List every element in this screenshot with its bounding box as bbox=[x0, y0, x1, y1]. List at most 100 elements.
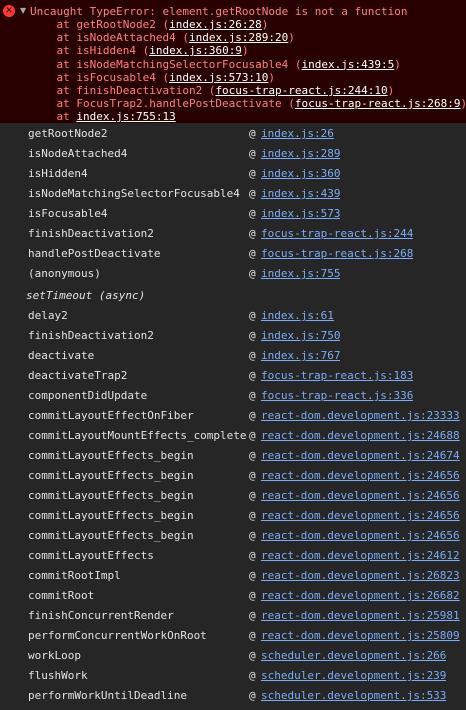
frame-function-name: deactivate bbox=[28, 349, 95, 362]
stack-frame-row: deactivate @ index.js:767 bbox=[0, 346, 466, 366]
frame-source-link[interactable]: react-dom.development.js:26682 bbox=[261, 586, 460, 606]
frame-source-link[interactable]: react-dom.development.js:25809 bbox=[261, 626, 460, 646]
frame-function-name: commitLayoutEffectOnFiber bbox=[28, 409, 194, 422]
trace-function: at isFocusable4 ( bbox=[30, 70, 170, 84]
frame-source-link[interactable]: index.js:439 bbox=[261, 184, 340, 204]
trace-function: at isNodeAttached4 ( bbox=[30, 31, 189, 45]
frame-function-name: finishDeactivation2 bbox=[28, 329, 154, 342]
frame-function-name: workLoop bbox=[28, 649, 81, 662]
frame-source-link[interactable]: index.js:767 bbox=[261, 346, 340, 366]
stack-frame-row: commitLayoutEffects_begin @ react-dom.deve… bbox=[0, 486, 466, 506]
frame-source-link[interactable]: react-dom.development.js:24656 bbox=[261, 466, 460, 486]
trace-location-link[interactable]: focus-trap-react.js:268:9 bbox=[295, 97, 461, 110]
error-trace-line: at isNodeMatchingSelectorFocusable4 (ind… bbox=[30, 58, 400, 71]
frame-function-name: commitRoot bbox=[28, 589, 95, 602]
stack-frame-row: commitLayoutEffects_begin @ react-dom.deve… bbox=[0, 506, 466, 526]
stack-frame-row: flushWork @ scheduler.development.js:239 bbox=[0, 666, 466, 686]
trace-location-link[interactable]: focus-trap-react.js:244:10 bbox=[215, 84, 387, 97]
frame-function-name: commitLayoutEffects_begin bbox=[28, 469, 194, 482]
frame-source-link[interactable]: focus-trap-react.js:336 bbox=[261, 386, 413, 406]
frame-source-link[interactable]: index.js:750 bbox=[261, 326, 340, 346]
frame-function-name: isHidden4 bbox=[28, 167, 88, 180]
frame-source-link[interactable]: index.js:360 bbox=[261, 164, 340, 184]
error-title: Uncaught TypeError: element.getRootNode … bbox=[30, 5, 408, 18]
frame-source-link[interactable]: focus-trap-react.js:183 bbox=[261, 366, 413, 386]
trace-location-link[interactable]: index.js:439:5 bbox=[302, 58, 395, 71]
stack-frame-row: performWorkUntilDeadline @ scheduler.devel… bbox=[0, 686, 466, 706]
frame-source-link[interactable]: react-dom.development.js:25981 bbox=[261, 606, 460, 626]
frame-source-link[interactable]: react-dom.development.js:23333 bbox=[261, 406, 460, 426]
stack-frame-row: commitLayoutMountEffects_complete @ react-… bbox=[0, 426, 466, 446]
error-circle-icon: ✕ bbox=[3, 5, 15, 17]
frame-function-name: isNodeMatchingSelectorFocusable4 bbox=[28, 187, 240, 200]
stack-frame-row: componentDidUpdate @ focus-trap-react.js:3… bbox=[0, 386, 466, 406]
frame-source-link[interactable]: index.js:26 bbox=[261, 124, 334, 144]
frame-at-symbol: @ bbox=[249, 329, 256, 342]
stack-frame-row: isFocusable4 @ index.js:573 bbox=[0, 204, 466, 224]
frame-source-link[interactable]: react-dom.development.js:24612 bbox=[261, 546, 460, 566]
frame-function-name: performWorkUntilDeadline bbox=[28, 689, 187, 702]
frame-source-link[interactable]: scheduler.development.js:239 bbox=[261, 666, 446, 686]
error-trace-line: at isNodeAttached4 (index.js:289:20) bbox=[30, 31, 294, 45]
trace-location-link[interactable]: index.js:26:28 bbox=[169, 18, 262, 31]
frame-function-name: finishConcurrentRender bbox=[28, 609, 174, 622]
trace-paren: ) bbox=[261, 18, 269, 31]
trace-function: at bbox=[30, 110, 77, 124]
trace-function: at FocusTrap2.handlePostDeactivate ( bbox=[30, 97, 295, 111]
frame-source-link[interactable]: focus-trap-react.js:268 bbox=[261, 244, 413, 264]
frame-source-link[interactable]: react-dom.development.js:24656 bbox=[261, 486, 460, 506]
error-trace-line: at isHidden4 (index.js:360:9) bbox=[30, 44, 248, 57]
trace-paren: ) bbox=[460, 97, 466, 110]
frame-at-symbol: @ bbox=[249, 147, 256, 160]
frame-function-name: finishDeactivation2 bbox=[28, 227, 154, 240]
frame-at-symbol: @ bbox=[249, 267, 256, 280]
frame-at-symbol: @ bbox=[249, 409, 256, 422]
stack-frame-row: commitLayoutEffects_begin @ react-dom.deve… bbox=[0, 526, 466, 546]
frame-at-symbol: @ bbox=[249, 349, 256, 362]
expand-caret-icon[interactable]: ▼ bbox=[20, 5, 26, 17]
frame-source-link[interactable]: index.js:61 bbox=[261, 306, 334, 326]
trace-location-link[interactable]: index.js:360:9 bbox=[149, 44, 242, 57]
frame-source-link[interactable]: react-dom.development.js:24656 bbox=[261, 526, 460, 546]
frame-at-symbol: @ bbox=[249, 309, 256, 322]
stack-frame-row: isNodeMatchingSelectorFocusable4 @ index.j… bbox=[0, 184, 466, 204]
trace-location-link[interactable]: index.js:755:13 bbox=[76, 110, 175, 123]
async-boundary-label: setTimeout (async) bbox=[26, 289, 146, 302]
stack-frame-row: performConcurrentWorkOnRoot @ react-dom.de… bbox=[0, 626, 466, 646]
trace-location-link[interactable]: index.js:573:10 bbox=[169, 71, 268, 84]
error-trace-line: at index.js:755:13 bbox=[30, 110, 175, 124]
stack-frame-row: isNodeAttached4 @ index.js:289 bbox=[0, 144, 466, 164]
frame-source-link[interactable]: react-dom.development.js:24688 bbox=[261, 426, 460, 446]
stack-frame-row: delay2 @ index.js:61 bbox=[0, 306, 466, 326]
frame-source-link[interactable]: react-dom.development.js:26823 bbox=[261, 566, 460, 586]
stack-frame-row: commitLayoutEffects_begin @ react-dom.deve… bbox=[0, 466, 466, 486]
stack-frame-row: deactivateTrap2 @ focus-trap-react.js:183 bbox=[0, 366, 466, 386]
trace-location-link[interactable]: index.js:289:20 bbox=[189, 31, 288, 44]
frame-function-name: commitLayoutEffects_begin bbox=[28, 509, 194, 522]
frame-source-link[interactable]: react-dom.development.js:24656 bbox=[261, 506, 460, 526]
frame-function-name: performConcurrentWorkOnRoot bbox=[28, 629, 207, 642]
frame-source-link[interactable]: index.js:755 bbox=[261, 264, 340, 284]
frame-function-name: commitLayoutEffects_begin bbox=[28, 529, 194, 542]
frame-at-symbol: @ bbox=[249, 589, 256, 602]
frame-at-symbol: @ bbox=[249, 187, 256, 200]
frame-source-link[interactable]: index.js:573 bbox=[261, 204, 340, 224]
frame-at-symbol: @ bbox=[249, 167, 256, 180]
frame-at-symbol: @ bbox=[249, 669, 256, 682]
frame-source-link[interactable]: scheduler.development.js:533 bbox=[261, 686, 446, 706]
frame-at-symbol: @ bbox=[249, 389, 256, 402]
frame-at-symbol: @ bbox=[249, 629, 256, 642]
frame-source-link[interactable]: react-dom.development.js:24674 bbox=[261, 446, 460, 466]
frame-function-name: commitLayoutEffects bbox=[28, 549, 154, 562]
error-trace-line: at FocusTrap2.handlePostDeactivate (focu… bbox=[30, 97, 466, 110]
stack-frame-row: finishConcurrentRender @ react-dom.develop… bbox=[0, 606, 466, 626]
frame-function-name: componentDidUpdate bbox=[28, 389, 148, 402]
frame-source-link[interactable]: index.js:289 bbox=[261, 144, 340, 164]
error-trace-line: at getRootNode2 (index.js:26:28) bbox=[30, 18, 268, 31]
frame-function-name: isNodeAttached4 bbox=[28, 147, 128, 160]
frame-source-link[interactable]: scheduler.development.js:266 bbox=[261, 646, 446, 666]
frame-source-link[interactable]: focus-trap-react.js:244 bbox=[261, 224, 413, 244]
frame-at-symbol: @ bbox=[249, 429, 256, 442]
error-trace-line: at finishDeactivation2 (focus-trap-react… bbox=[30, 84, 394, 97]
stack-frame-row: (anonymous) @ index.js:755 bbox=[0, 264, 466, 284]
